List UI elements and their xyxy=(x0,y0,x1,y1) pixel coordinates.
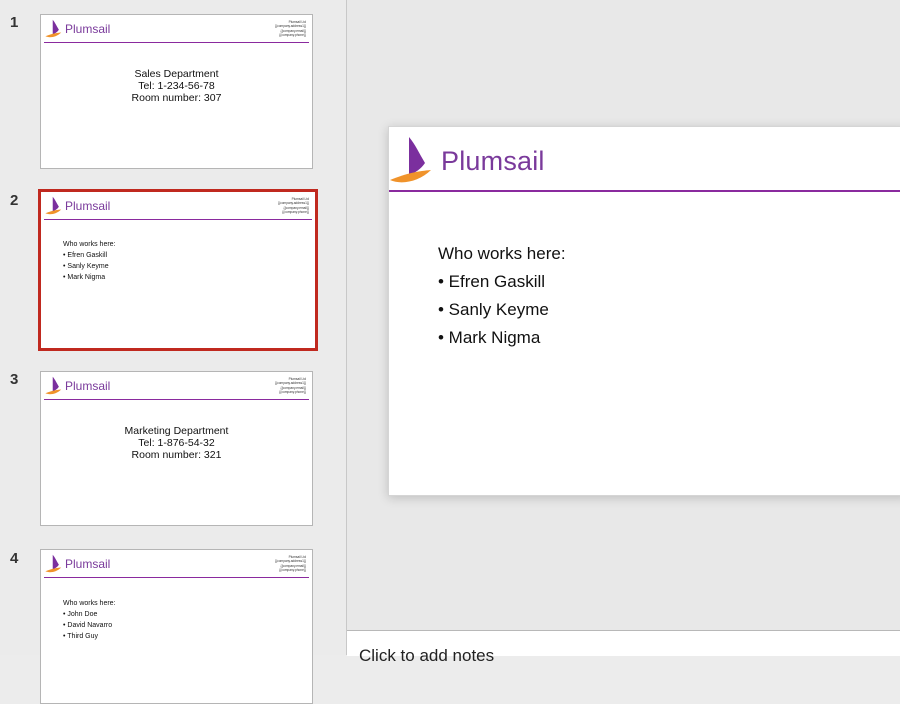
list-heading: Who works here: xyxy=(438,244,566,263)
list-heading: Who works here: xyxy=(63,600,116,607)
text-line: Sales Department xyxy=(134,68,219,80)
slide-thumbnail-2[interactable]: Plumsail Plumsail Ltd {{company.address1… xyxy=(38,189,318,351)
header-rule xyxy=(44,219,312,220)
company-address: Plumsail Ltd {{company.address1}} {{comp… xyxy=(275,20,306,38)
slide-text: Marketing Department Tel: 1-876-54-32 Ro… xyxy=(41,425,312,461)
notes-pane[interactable]: Click to add notes xyxy=(347,630,900,665)
text-line: Room number: 307 xyxy=(131,92,222,104)
slide-thumbnails-pane[interactable]: 1 Plumsail Plumsail Ltd {{company.addres… xyxy=(0,0,347,704)
slide-thumbnail-3[interactable]: Plumsail Plumsail Ltd {{company.address1… xyxy=(40,371,313,526)
address-line: {{company.phone}} xyxy=(282,210,309,215)
text-line: Tel: 1-876-54-32 xyxy=(138,437,215,449)
sail-logo-icon xyxy=(45,554,62,573)
list-item: • Mark Nigma xyxy=(63,274,106,281)
address-line: {{company.phone}} xyxy=(279,33,306,38)
company-address: Plumsail Ltd {{company.address1}} {{comp… xyxy=(278,197,309,215)
text-line: Tel: 1-234-56-78 xyxy=(138,80,215,92)
slide-text: Who works here: • John Doe • David Navar… xyxy=(63,598,116,642)
plumsail-logo: Plumsail xyxy=(45,376,110,396)
sail-logo-icon xyxy=(390,137,431,183)
brand-name: Plumsail xyxy=(65,22,111,36)
list-item: • Mark Nigma xyxy=(438,328,541,347)
list-item: • Third Guy xyxy=(63,633,98,640)
sail-logo-icon xyxy=(45,19,62,38)
list-item: • Efren Gaskill xyxy=(438,272,546,291)
slide-text-box[interactable]: Who works here: • Efren Gaskill • Sanly … xyxy=(438,240,566,352)
slide-number: 2 xyxy=(10,192,19,209)
list-item: • Efren Gaskill xyxy=(63,252,108,259)
slide-number: 1 xyxy=(10,14,19,31)
notes-placeholder[interactable]: Click to add notes xyxy=(359,646,494,666)
sail-logo-icon xyxy=(45,196,62,215)
slide-number: 4 xyxy=(10,550,19,567)
plumsail-logo: Plumsail xyxy=(45,196,110,216)
header-rule xyxy=(389,190,900,192)
header-rule xyxy=(44,577,309,578)
text-line: Room number: 321 xyxy=(131,449,222,461)
current-slide-canvas[interactable]: Plumsail Who works here: • Efren Gaskill… xyxy=(388,126,900,496)
brand-name: Plumsail xyxy=(65,199,111,213)
list-item: • John Doe xyxy=(63,611,98,618)
header-rule xyxy=(44,399,309,400)
list-item: • Sanly Keyme xyxy=(438,300,549,319)
brand-name: Plumsail xyxy=(441,145,545,176)
list-heading: Who works here: xyxy=(63,241,116,248)
brand-name: Plumsail xyxy=(65,557,111,571)
slide-thumbnail-4[interactable]: Plumsail Plumsail Ltd {{company.address1… xyxy=(40,549,313,704)
address-line: {{company.phone}} xyxy=(279,568,306,573)
header-rule xyxy=(44,42,309,43)
text-line: Marketing Department xyxy=(124,425,229,437)
slide-thumbnail-1[interactable]: Plumsail Plumsail Ltd {{company.address1… xyxy=(40,14,313,169)
brand-name: Plumsail xyxy=(65,379,111,393)
slide-number: 3 xyxy=(10,371,19,388)
sail-logo-icon xyxy=(45,376,62,395)
company-address: Plumsail Ltd {{company.address1}} {{comp… xyxy=(275,555,306,573)
plumsail-logo: Plumsail xyxy=(45,554,110,574)
slide-text: Sales Department Tel: 1-234-56-78 Room n… xyxy=(41,68,312,104)
plumsail-logo: Plumsail xyxy=(389,135,545,187)
list-item: • Sanly Keyme xyxy=(63,263,109,270)
address-line: {{company.phone}} xyxy=(279,390,306,395)
list-item: • David Navarro xyxy=(63,622,113,629)
slide-text: Who works here: • Efren Gaskill • Sanly … xyxy=(63,239,116,283)
plumsail-logo: Plumsail xyxy=(45,19,110,39)
company-address: Plumsail Ltd {{company.address1}} {{comp… xyxy=(275,377,306,395)
